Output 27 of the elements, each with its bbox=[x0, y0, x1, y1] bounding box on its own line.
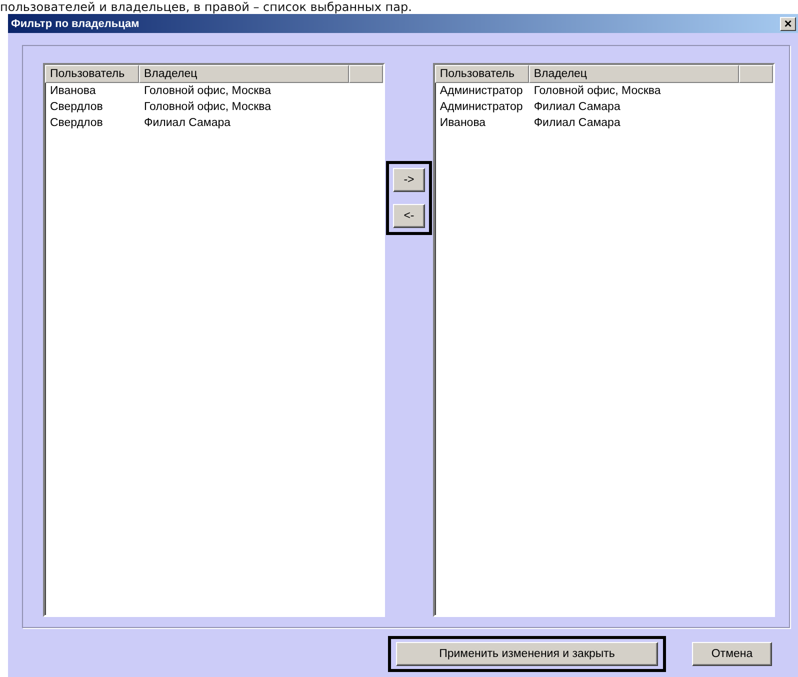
table-cell-text: Свердлов bbox=[49, 101, 104, 113]
list-view[interactable]: Пользователь Владелец Администратор Головной офис, Москва Администратор Филиал Самара Иванова Филиал Самара bbox=[432, 63, 776, 617]
table-cell-text: Свердлов bbox=[49, 117, 104, 129]
table-cell-text: Филиал Самара bbox=[143, 117, 232, 129]
list-view[interactable]: Пользователь Владелец Иванова Головной офис, Москва Свердлов Головной офис, Москва Свердлов Филиал Самара bbox=[43, 63, 386, 617]
column-header-blank bbox=[349, 65, 384, 83]
column-header[interactable]: Владелец bbox=[528, 65, 739, 83]
table-cell-text: Головной офис, Москва bbox=[143, 85, 272, 97]
cancel-button[interactable]: Отмена bbox=[692, 642, 772, 666]
table-cell-text: Иванова bbox=[49, 85, 97, 97]
column-header[interactable]: Владелец bbox=[139, 65, 349, 83]
table-cell-text: Администратор bbox=[438, 85, 524, 97]
caption-text: пользователей и владельцев, в правой – список выбранных пар. bbox=[0, 0, 413, 14]
move-button[interactable]: -> bbox=[393, 168, 425, 192]
window-title: Фильтр по владельцам bbox=[11, 18, 140, 30]
column-header[interactable]: Пользователь bbox=[434, 65, 529, 83]
table-cell-text: Головной офис, Москва bbox=[143, 101, 272, 113]
column-header[interactable]: Пользователь bbox=[45, 65, 139, 83]
table-cell-text: Филиал Самара bbox=[532, 101, 622, 113]
apply-close-button[interactable]: Применить изменения и закрыть bbox=[396, 642, 658, 666]
table-cell-text: Филиал Самара bbox=[532, 117, 622, 129]
close-button[interactable]: × bbox=[780, 16, 796, 30]
table-cell-text: Администратор bbox=[438, 101, 524, 113]
table-cell-text: Головной офис, Москва bbox=[532, 85, 662, 97]
table-cell-text: Иванова bbox=[438, 117, 487, 129]
column-header-blank bbox=[738, 65, 774, 83]
move-button[interactable]: <- bbox=[393, 204, 425, 228]
